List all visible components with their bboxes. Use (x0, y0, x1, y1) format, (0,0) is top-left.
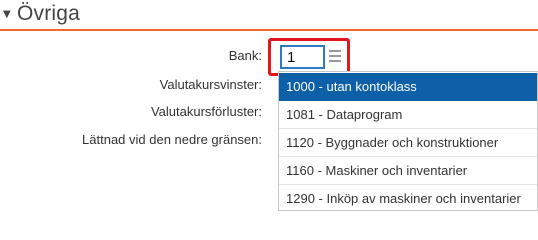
triangle-down-icon[interactable]: ▼ (3, 9, 11, 20)
valutakursforluster-label: Valutakursförluster: (150, 104, 262, 119)
valutakursvinster-label: Valutakursvinster: (159, 77, 262, 92)
list-icon[interactable] (329, 49, 341, 63)
bank-label: Bank: (228, 48, 262, 63)
dropdown-option-1290[interactable]: 1290 - Inköp av maskiner och inventarier (279, 185, 537, 210)
dropdown-option-1000[interactable]: 1000 - utan kontoklass (279, 73, 537, 101)
section-header-ovriga[interactable]: ▼ Övriga (0, 0, 538, 31)
dropdown-option-1081[interactable]: 1081 - Dataprogram (279, 101, 537, 129)
account-dropdown-list[interactable]: 1000 - utan kontoklass 1081 - Dataprogra… (278, 71, 538, 211)
dropdown-option-1120[interactable]: 1120 - Byggnader och konstruktioner (279, 129, 537, 157)
dropdown-option-1160[interactable]: 1160 - Maskiner och inventarier (279, 157, 537, 185)
section-title: Övriga (17, 2, 81, 25)
lattnad-nedre-gransen-label: Lättnad vid den nedre gränsen: (82, 132, 262, 147)
bank-input[interactable] (280, 45, 325, 69)
